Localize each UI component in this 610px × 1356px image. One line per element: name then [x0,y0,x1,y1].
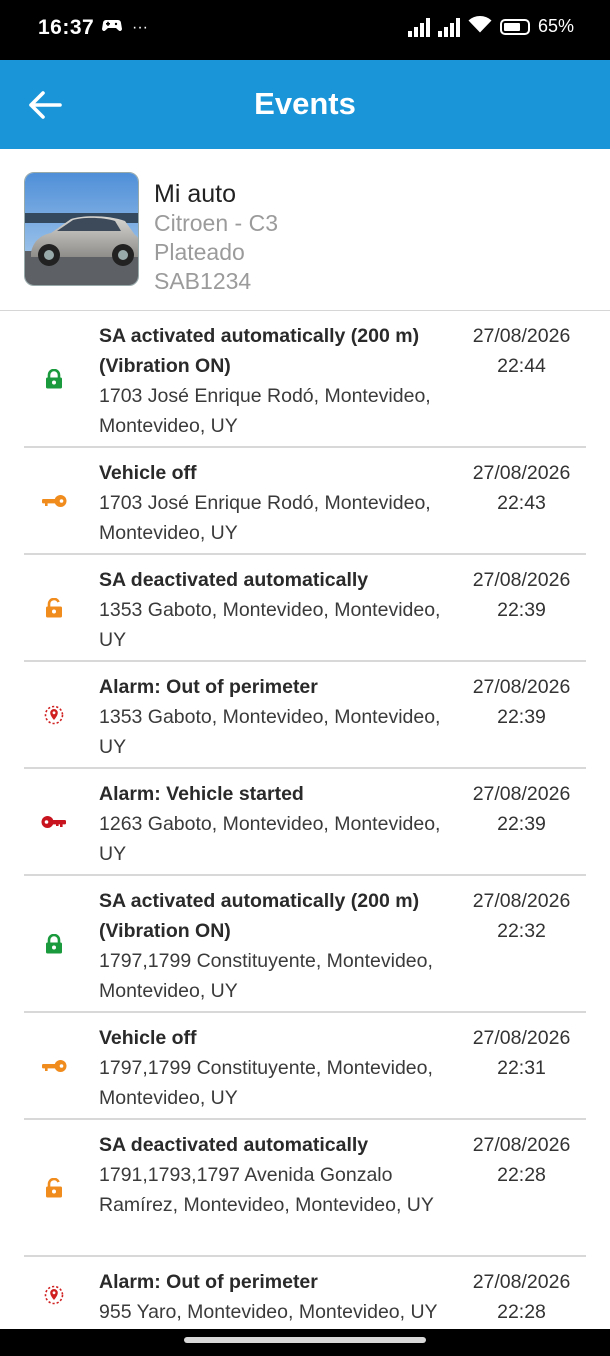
event-hour: 22:28 [497,1164,546,1186]
event-row[interactable]: SA deactivated automatically 1353 Gaboto… [24,555,586,662]
event-address: 1263 Gaboto, Montevideo, Montevideo, UY [99,813,441,865]
vehicle-card[interactable]: Mi auto Citroen - C3 Plateado SAB1234 [0,149,610,311]
event-title: SA activated automatically (200 m) (Vibr… [99,325,420,377]
event-row[interactable]: Vehicle off 1797,1799 Constituyente, Mon… [24,1013,586,1120]
event-date: 27/08/2026 [472,676,571,698]
unlock-orange-icon [40,1174,68,1202]
vehicle-color: Plateado [154,239,245,265]
app-bar: Events [0,60,610,149]
event-row[interactable]: Alarm: Out of perimeter 1353 Gaboto, Mon… [24,662,586,769]
battery-level: 65% [537,16,574,36]
event-title: Vehicle off [99,462,197,484]
event-hour: 22:39 [497,706,546,728]
key-orange-icon [40,1052,68,1080]
event-hour: 22:43 [497,492,546,514]
vehicle-model: Citroen - C3 [154,210,278,236]
status-more: ··· [132,18,148,36]
vehicle-plate: SAB1234 [154,268,252,294]
event-date: 27/08/2026 [472,569,571,591]
event-address: 1797,1799 Constituyente, Montevideo, Mon… [99,1057,433,1109]
event-hour: 22:44 [497,355,546,377]
event-row[interactable]: SA activated automatically (200 m) (Vibr… [24,311,586,448]
event-date: 27/08/2026 [472,1027,571,1049]
page-title: Events [254,86,356,121]
event-title: SA deactivated automatically [99,1134,369,1156]
event-row[interactable]: Alarm: Out of perimeter 955 Yaro, Montev… [24,1257,586,1329]
event-date: 27/08/2026 [472,462,571,484]
lock-green-icon [40,365,68,393]
event-title: Vehicle off [99,1027,197,1049]
event-date: 27/08/2026 [472,890,571,912]
event-hour: 22:28 [497,1301,546,1323]
event-row[interactable]: SA deactivated automatically 1791,1793,1… [24,1120,586,1257]
battery-icon [499,18,530,35]
event-row[interactable]: SA activated automatically (200 m) (Vibr… [24,876,586,1013]
event-date: 27/08/2026 [472,1271,571,1293]
event-address: 1791,1793,1797 Avenida Gonzalo Ramírez, … [99,1164,434,1216]
event-address: 1797,1799 Constituyente, Montevideo, Mon… [99,950,433,1002]
vehicle-photo [24,172,139,286]
status-bar: 16:37 ··· 65% [0,0,610,60]
map-pin-red-icon [40,701,68,729]
event-hour: 22:31 [497,1057,546,1079]
event-row[interactable]: Vehicle off 1703 José Enrique Rodó, Mont… [24,448,586,555]
event-title: Alarm: Out of perimeter [99,1271,318,1293]
event-title: SA deactivated automatically [99,569,369,591]
signal-strength-icon [437,17,460,37]
wifi-icon [468,15,492,38]
game-controller-icon [102,18,122,37]
event-row[interactable]: Alarm: Vehicle started 1263 Gaboto, Mont… [24,769,586,876]
map-pin-red-icon [40,1281,68,1309]
event-address: 1353 Gaboto, Montevideo, Montevideo, UY [99,706,441,758]
event-hour: 22:39 [497,813,546,835]
event-date: 27/08/2026 [472,783,571,805]
event-hour: 22:39 [497,599,546,621]
event-list: SA activated automatically (200 m) (Vibr… [0,311,610,1329]
event-date: 27/08/2026 [472,1134,571,1156]
lock-green-icon [40,930,68,958]
event-hour: 22:32 [497,920,546,942]
signal-strength-icon [407,17,430,37]
event-address: 955 Yaro, Montevideo, Montevideo, UY [99,1301,438,1323]
navigation-bar [0,1329,610,1356]
unlock-orange-icon [40,594,68,622]
event-title: Alarm: Vehicle started [99,783,304,805]
status-time: 16:37 [38,16,95,39]
vehicle-name: Mi auto [154,180,236,208]
event-address: 1353 Gaboto, Montevideo, Montevideo, UY [99,599,441,651]
event-address: 1703 José Enrique Rodó, Montevideo, Mont… [99,385,431,437]
event-title: Alarm: Out of perimeter [99,676,318,698]
key-red-icon [40,808,68,836]
home-gesture-handle[interactable] [184,1337,426,1343]
event-title: SA activated automatically (200 m) (Vibr… [99,890,420,942]
events-screen: Mi auto Citroen - C3 Plateado SAB1234 SA… [0,149,610,1329]
event-address: 1703 José Enrique Rodó, Montevideo, Mont… [99,492,431,544]
event-date: 27/08/2026 [472,325,571,347]
key-orange-icon [40,487,68,515]
